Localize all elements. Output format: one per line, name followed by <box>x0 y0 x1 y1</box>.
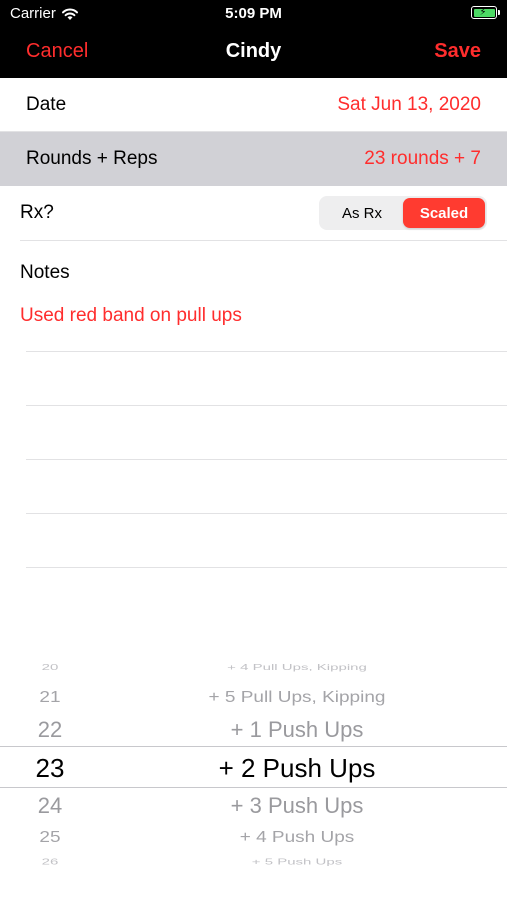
picker-row[interactable]: 25 + 4 Push Ups <box>0 827 507 848</box>
picker-row-number: 22 <box>37 717 63 742</box>
picker-row[interactable]: 20 + 4 Pull Ups, Kipping <box>0 662 507 673</box>
picker-row-label: + 5 Pull Ups, Kipping <box>208 688 386 707</box>
page-title: Cindy <box>225 40 282 62</box>
ruled-line <box>26 351 507 405</box>
date-value: Sat Jun 13, 2020 <box>337 93 481 115</box>
picker-row-selected[interactable]: 23 + 2 Push Ups <box>0 749 507 787</box>
status-time: 5:09 PM <box>225 5 282 22</box>
picker-row[interactable]: 26 + 5 Push Ups <box>0 857 507 868</box>
ruled-line <box>26 459 507 513</box>
navigation-bar: Cancel Cindy Save <box>0 28 507 78</box>
rounds-reps-picker[interactable]: 20 + 4 Pull Ups, Kipping 21 + 5 Pull Ups… <box>0 655 507 880</box>
notes-label: Notes <box>20 262 70 283</box>
rx-row: Rx? As Rx Scaled <box>0 186 507 240</box>
rounds-reps-value: 23 rounds + 7 <box>364 148 481 169</box>
picker-row-number: 25 <box>39 828 61 847</box>
picker-row-number: 21 <box>39 688 61 707</box>
rounds-reps-row[interactable]: Rounds + Reps 23 rounds + 7 <box>0 132 507 186</box>
picker-row-number: 26 <box>41 857 59 867</box>
rounds-reps-label: Rounds + Reps <box>26 148 158 169</box>
picker-row-number: 24 <box>37 793 63 818</box>
notes-ruled-lines <box>26 351 507 621</box>
status-bar: Carrier 5:09 PM ⚡ <box>0 0 507 28</box>
save-button[interactable]: Save <box>434 40 481 63</box>
picker-row-label: + 2 Push Ups <box>218 752 376 783</box>
picker-row[interactable]: 24 + 3 Push Ups <box>0 791 507 821</box>
picker-row-label: + 1 Push Ups <box>230 717 364 742</box>
top-bar: Carrier 5:09 PM ⚡ Cancel Cindy Save <box>0 0 507 78</box>
picker-row-number: 20 <box>41 662 59 672</box>
as-rx-segment[interactable]: As Rx <box>321 198 403 228</box>
rx-segmented-control: As Rx Scaled <box>319 196 487 230</box>
picker-row-label: + 5 Push Ups <box>251 857 343 867</box>
ruled-line <box>26 513 507 567</box>
date-row[interactable]: Date Sat Jun 13, 2020 <box>0 78 507 132</box>
ruled-line <box>26 405 507 459</box>
battery-icon: ⚡ <box>471 6 500 19</box>
rx-label: Rx? <box>20 202 54 223</box>
picker-row-number: 23 <box>35 752 65 783</box>
picker-row-label: + 4 Push Ups <box>239 828 355 847</box>
picker-row-label: + 3 Push Ups <box>230 793 364 818</box>
scaled-segment[interactable]: Scaled <box>403 198 485 228</box>
picker-row[interactable]: 21 + 5 Pull Ups, Kipping <box>0 687 507 708</box>
picker-row[interactable]: 22 + 1 Push Ups <box>0 715 507 745</box>
divider <box>20 240 507 241</box>
picker-row-label: + 4 Pull Ups, Kipping <box>227 662 367 672</box>
notes-text-area[interactable]: Used red band on pull ups <box>20 305 242 327</box>
ruled-line <box>26 567 507 621</box>
date-label: Date <box>26 93 67 115</box>
